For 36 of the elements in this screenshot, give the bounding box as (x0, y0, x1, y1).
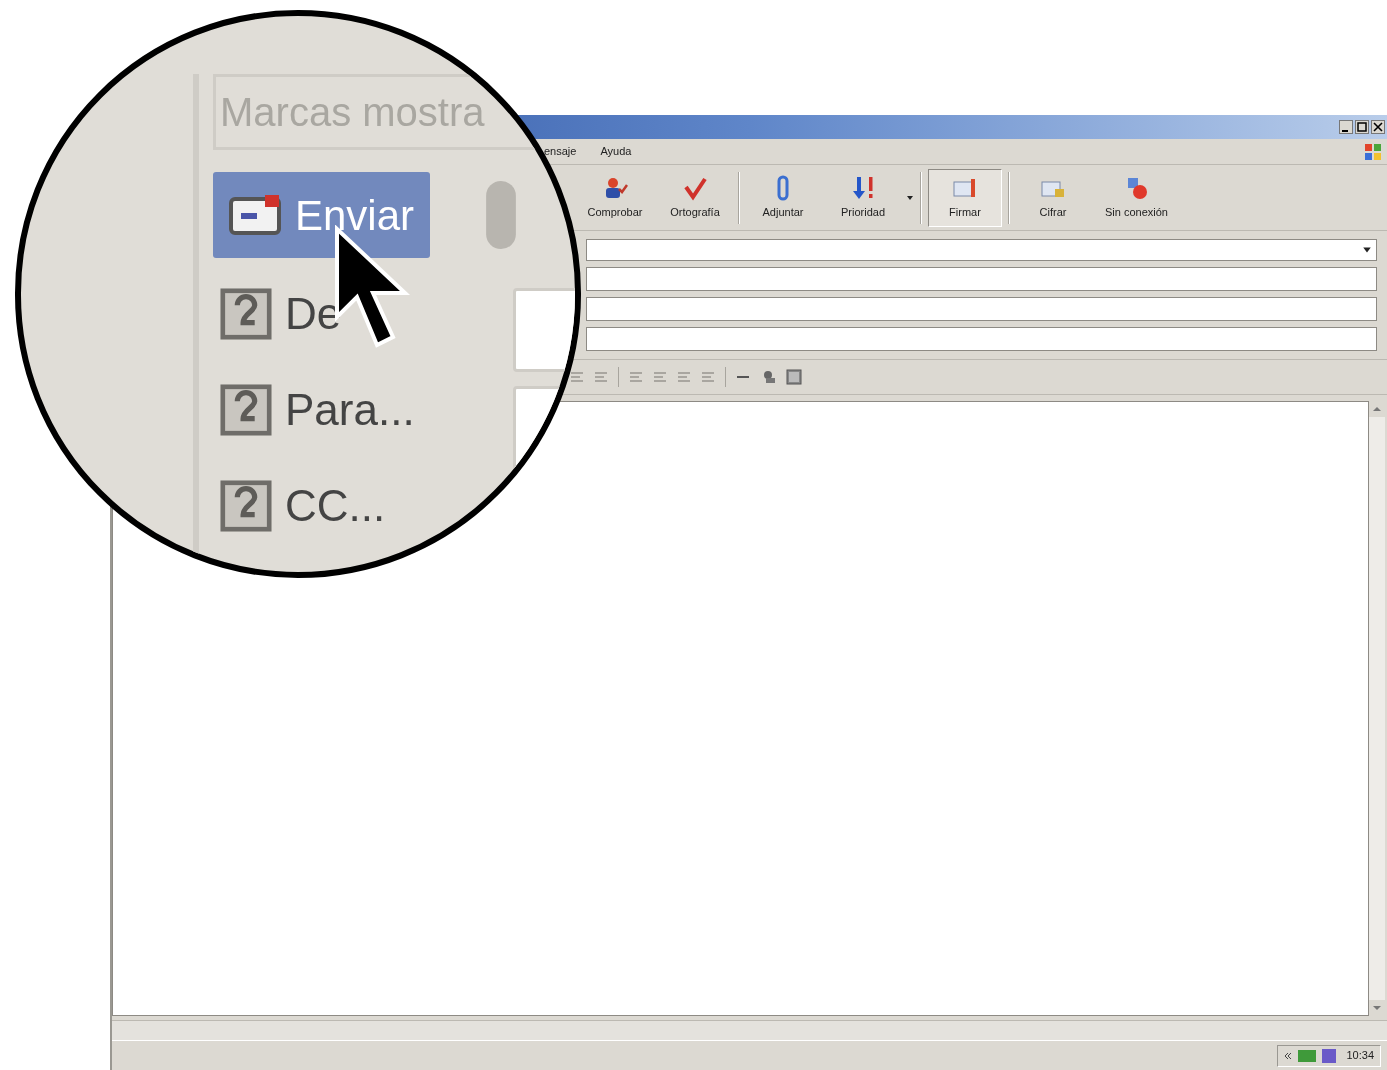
insert-image-icon[interactable] (786, 369, 802, 385)
align-right-icon[interactable] (677, 370, 691, 384)
align-center-icon[interactable] (653, 370, 667, 384)
address-book-icon (217, 477, 275, 535)
dropdown-arrow-icon[interactable] (1362, 245, 1372, 255)
input-field[interactable] (586, 327, 1377, 351)
menu-item[interactable]: Ayuda (600, 143, 632, 160)
toolbar-button[interactable]: Firmar (928, 168, 1002, 227)
windows-logo-icon (1363, 141, 1383, 162)
address-button[interactable]: Para... (213, 374, 419, 446)
decrease-indent-icon[interactable] (570, 370, 584, 384)
from-dropdown-field[interactable] (586, 239, 1377, 261)
increase-indent-icon[interactable] (594, 370, 608, 384)
dropdown-arrow-icon[interactable] (906, 193, 914, 202)
toolbar-button[interactable]: Comprobar (578, 168, 652, 227)
clock: 10:34 (1346, 1048, 1374, 1064)
toolbar-button[interactable]: Prioridad (826, 168, 900, 227)
toolbar-button[interactable]: Cifrar (1016, 168, 1090, 227)
input-field[interactable] (586, 297, 1377, 321)
toolbar-button[interactable]: Sin conexión (1096, 168, 1177, 227)
address-book-icon (217, 381, 275, 439)
justify-icon[interactable] (701, 370, 715, 384)
menu-item[interactable]: ensaje (544, 143, 577, 160)
align-left-icon[interactable] (629, 370, 643, 384)
address-book-icon (217, 285, 275, 343)
tray-app-icon[interactable] (1322, 1048, 1337, 1063)
toolbar-button[interactable]: Adjuntar (746, 168, 820, 227)
network-icon[interactable] (1298, 1049, 1317, 1062)
restore-icon[interactable] (1355, 120, 1369, 134)
priority-icon (850, 174, 876, 201)
toolbar-button[interactable]: Ortografía (658, 168, 732, 227)
chevron-left-icon[interactable] (1284, 1051, 1293, 1060)
input-field[interactable] (586, 267, 1377, 291)
close-icon[interactable] (1371, 120, 1385, 134)
minimize-icon[interactable] (1339, 120, 1353, 134)
address-button[interactable]: CC... (213, 470, 390, 542)
